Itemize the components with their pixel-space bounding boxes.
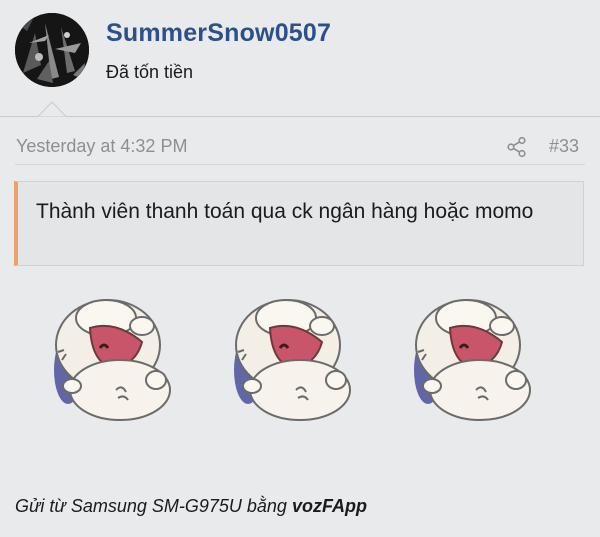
post-signature: Gửi từ Samsung SM-G975U bằng vozFApp <box>15 496 367 517</box>
post-number-link[interactable]: #33 <box>549 136 579 157</box>
avatar[interactable] <box>15 13 89 87</box>
share-icon[interactable] <box>506 136 528 158</box>
username-link[interactable]: SummerSnow0507 <box>106 19 331 48</box>
laughing-pig-sticker <box>218 290 358 425</box>
user-header: SummerSnow0507 Đã tốn tiền <box>0 0 600 116</box>
avatar-image <box>15 13 89 87</box>
post-timestamp[interactable]: Yesterday at 4:32 PM <box>16 136 187 157</box>
laughing-pig-sticker <box>38 290 178 425</box>
laughing-pig-sticker <box>398 290 538 425</box>
signature-prefix: Gửi từ Samsung SM-G975U bằng <box>15 496 292 516</box>
quote-text: Thành viên thanh toán qua ck ngân hàng h… <box>36 200 534 223</box>
divider-notch <box>38 101 66 117</box>
app-link[interactable]: vozFApp <box>292 496 367 516</box>
post-container: SummerSnow0507 Đã tốn tiền Yesterday at … <box>0 0 600 537</box>
header-divider <box>0 116 600 117</box>
quote-block: Thành viên thanh toán qua ck ngân hàng h… <box>14 181 584 266</box>
user-title: Đã tốn tiền <box>106 62 194 82</box>
meta-divider <box>15 164 585 165</box>
